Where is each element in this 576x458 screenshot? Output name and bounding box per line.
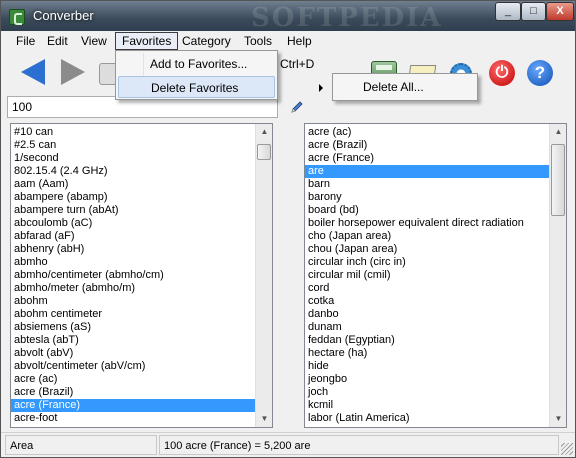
help-icon: ? [527, 60, 553, 86]
pencil-icon[interactable] [290, 100, 304, 114]
list-item[interactable]: acre (Brazil) [11, 386, 255, 399]
menu-favorites[interactable]: Favorites [115, 32, 179, 50]
menu-add-to-favorites[interactable]: Add to Favorites... Ctrl+D [118, 53, 314, 75]
list-item[interactable]: abampere (abamp) [11, 191, 255, 204]
list-item[interactable]: labor (Latin America) [305, 412, 549, 425]
list-item[interactable]: abvolt/centimeter (abV/cm) [11, 360, 255, 373]
scroll-up-icon[interactable]: ▲ [550, 124, 566, 140]
app-logo-icon [9, 9, 25, 25]
list-item[interactable]: abampere turn (abAt) [11, 204, 255, 217]
from-unit-list[interactable]: #10 can #2.5 can 1/second 802.15.4 (2.4 GHz… [10, 123, 273, 428]
app-window: Converber SOFTPEDIA _ □ X File Edit View… [0, 0, 576, 458]
list-item[interactable]: abmho/meter (abmho/m) [11, 282, 255, 295]
list-item[interactable]: barn [305, 178, 549, 191]
menu-view[interactable]: View [75, 32, 113, 50]
list-item[interactable]: cord [305, 282, 549, 295]
menu-item-label: Delete Favorites [151, 81, 239, 95]
maximize-button[interactable]: □ [521, 2, 546, 21]
forward-arrow-icon [61, 59, 85, 85]
list-item[interactable]: #2.5 can [11, 139, 255, 152]
list-item[interactable]: #10 can [11, 126, 255, 139]
list-item[interactable]: boiler horsepower equivalent direct radi… [305, 217, 549, 230]
list-item[interactable]: abohm [11, 295, 255, 308]
list-item[interactable]: abohm centimeter [11, 308, 255, 321]
menu-file[interactable]: File [10, 32, 41, 50]
scroll-up-icon[interactable]: ▲ [256, 124, 272, 140]
list-item[interactable]: acre (Brazil) [305, 139, 549, 152]
list-item[interactable]: cotka [305, 295, 549, 308]
list-item[interactable]: abvolt (abV) [11, 347, 255, 360]
list-item[interactable]: acre (France) [11, 399, 255, 412]
list-item[interactable]: abmho/centimeter (abmho/cm) [11, 269, 255, 282]
submenu-arrow-icon [319, 84, 323, 92]
list-item[interactable]: abhenry (abH) [11, 243, 255, 256]
list-item[interactable]: chou (Japan area) [305, 243, 549, 256]
list-item[interactable]: joch [305, 386, 549, 399]
menu-item-label: Add to Favorites... [150, 57, 248, 71]
list-item[interactable]: jeongbo [305, 373, 549, 386]
menu-delete-all[interactable]: Delete All... [335, 76, 475, 98]
value-row [7, 96, 570, 118]
menu-tools[interactable]: Tools [238, 32, 278, 50]
forward-button[interactable] [55, 56, 89, 90]
menu-edit[interactable]: Edit [41, 32, 74, 50]
list-item[interactable]: acre (ac) [11, 373, 255, 386]
list-item[interactable]: hectare (ha) [305, 347, 549, 360]
to-unit-items: acre (ac) acre (Brazil) acre (France) are ba… [305, 126, 549, 425]
from-list-scrollbar[interactable]: ▲ ▼ [255, 124, 272, 427]
menu-item-label: Delete All... [363, 80, 424, 94]
back-arrow-icon [21, 59, 45, 85]
list-item[interactable]: feddan (Egyptian) [305, 334, 549, 347]
resize-grip-icon[interactable] [561, 443, 573, 455]
exit-button[interactable]: ⏻ [485, 56, 519, 90]
status-result: 100 acre (France) = 5,200 are [159, 435, 559, 455]
list-item[interactable]: cho (Japan area) [305, 230, 549, 243]
list-item[interactable]: 1/second [11, 152, 255, 165]
close-button[interactable]: X [546, 2, 574, 21]
list-item[interactable]: are [305, 165, 549, 178]
list-item[interactable]: danbo [305, 308, 549, 321]
help-button[interactable]: ? [523, 56, 557, 90]
delete-favorites-submenu: Delete All... [332, 73, 478, 101]
list-item[interactable]: circular mil (cmil) [305, 269, 549, 282]
status-category: Area [5, 435, 157, 455]
favorites-menu: Add to Favorites... Ctrl+D Delete Favori… [115, 50, 323, 100]
back-button[interactable] [17, 56, 51, 90]
list-item[interactable]: acre (France) [305, 152, 549, 165]
scroll-thumb[interactable] [551, 144, 565, 216]
from-unit-items: #10 can #2.5 can 1/second 802.15.4 (2.4 GHz… [11, 126, 255, 425]
scroll-thumb[interactable] [257, 144, 271, 160]
watermark: SOFTPEDIA [251, 3, 443, 33]
list-item[interactable]: absiemens (aS) [11, 321, 255, 334]
scroll-down-icon[interactable]: ▼ [256, 411, 272, 427]
power-icon: ⏻ [489, 60, 515, 86]
list-item[interactable]: acre-foot [11, 412, 255, 425]
list-item[interactable]: kcmil [305, 399, 549, 412]
menu-category[interactable]: Category [176, 32, 237, 50]
to-unit-list[interactable]: acre (ac) acre (Brazil) acre (France) are ba… [304, 123, 567, 428]
menu-bar: File Edit View Favorites Category Tools … [1, 31, 575, 51]
list-item[interactable]: circular inch (circ in) [305, 256, 549, 269]
list-item[interactable]: hide [305, 360, 549, 373]
list-item[interactable]: dunam [305, 321, 549, 334]
list-item[interactable]: board (bd) [305, 204, 549, 217]
to-list-scrollbar[interactable]: ▲ ▼ [549, 124, 566, 427]
list-item[interactable]: abfarad (aF) [11, 230, 255, 243]
list-item[interactable]: 802.15.4 (2.4 GHz) [11, 165, 255, 178]
list-item[interactable]: abcoulomb (aC) [11, 217, 255, 230]
status-bar: Area 100 acre (France) = 5,200 are [1, 432, 575, 457]
list-item[interactable]: aam (Aam) [11, 178, 255, 191]
list-item[interactable]: abmho [11, 256, 255, 269]
window-title: Converber [33, 8, 94, 23]
scroll-down-icon[interactable]: ▼ [550, 411, 566, 427]
menu-help[interactable]: Help [281, 32, 318, 50]
list-item[interactable]: acre (ac) [305, 126, 549, 139]
list-item[interactable]: barony [305, 191, 549, 204]
menu-item-shortcut: Ctrl+D [280, 57, 315, 71]
minimize-button[interactable]: _ [495, 2, 521, 21]
title-bar[interactable]: Converber SOFTPEDIA _ □ X [1, 1, 575, 33]
list-item[interactable]: abtesla (abT) [11, 334, 255, 347]
menu-delete-favorites[interactable]: Delete Favorites [118, 76, 323, 98]
